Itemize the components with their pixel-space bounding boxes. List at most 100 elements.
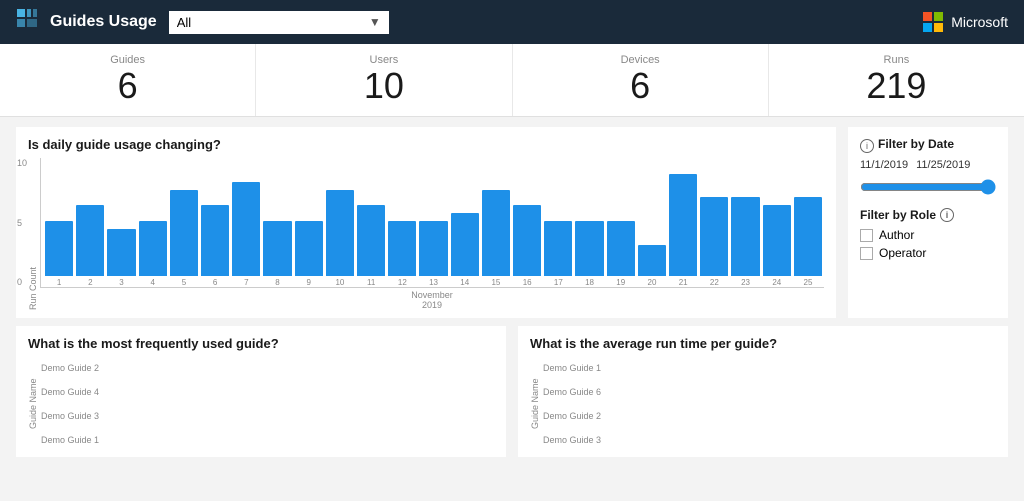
bar-day-13 [419, 221, 447, 276]
bar-day-1 [45, 221, 73, 276]
bar-label-11: 11 [367, 278, 375, 287]
bar-day-5 [170, 190, 198, 276]
frequent-y-labels: Demo Guide 2Demo Guide 4Demo Guide 3Demo… [41, 359, 99, 449]
bar-day-7 [232, 182, 260, 276]
bar-col-23: 23 [731, 197, 759, 287]
bar-day-17 [544, 221, 572, 276]
bar-day-18 [575, 221, 603, 276]
y-tick-5: 5 [17, 218, 27, 228]
bar-col-11: 11 [357, 205, 385, 287]
freq-label: Demo Guide 1 [41, 431, 99, 449]
bar-col-21: 21 [669, 174, 697, 287]
bar-col-5: 5 [170, 190, 198, 287]
bar-day-15 [482, 190, 510, 276]
avg-axis-label: Guide Name [530, 359, 540, 449]
avg-label: Demo Guide 6 [543, 383, 601, 401]
filter-dropdown[interactable]: All [169, 11, 389, 34]
bar-col-10: 10 [326, 190, 354, 287]
frequent-chart-panel: What is the most frequently used guide? … [16, 326, 506, 457]
bar-col-18: 18 [575, 221, 603, 287]
stat-runs: Runs 219 [769, 44, 1024, 116]
bar-col-17: 17 [544, 221, 572, 287]
app-icon [16, 8, 38, 36]
frequent-chart-wrapper: Guide Name Demo Guide 2Demo Guide 4Demo … [28, 359, 494, 449]
bar-label-10: 10 [335, 278, 344, 287]
filter-panel: i Filter by Date 11/1/2019 11/25/2019 Fi… [848, 127, 1008, 318]
operator-checkbox-row[interactable]: Operator [860, 246, 996, 260]
bar-day-25 [794, 197, 822, 276]
header-left: Guides Usage All ▼ [16, 8, 389, 36]
bar-label-18: 18 [585, 278, 594, 287]
bar-label-15: 15 [491, 278, 500, 287]
bar-col-24: 24 [763, 205, 791, 287]
author-label: Author [879, 228, 914, 242]
app-header: Guides Usage All ▼ Microsoft [0, 0, 1024, 44]
bar-day-2 [76, 205, 104, 276]
filter-date-title: Filter by Date [878, 137, 954, 151]
bar-col-1: 1 [45, 221, 73, 287]
frequent-chart-title: What is the most frequently used guide? [28, 336, 494, 351]
bar-day-6 [201, 205, 229, 276]
chart-area: Is daily guide usage changing? Run Count… [16, 127, 1008, 318]
bar-col-4: 4 [139, 221, 167, 287]
bar-label-1: 1 [57, 278, 61, 287]
main-content: Is daily guide usage changing? Run Count… [0, 117, 1024, 463]
bar-day-24 [763, 205, 791, 276]
bar-day-23 [731, 197, 759, 276]
daily-chart-panel: Is daily guide usage changing? Run Count… [16, 127, 836, 318]
ms-logo-icon [923, 12, 943, 32]
bar-label-3: 3 [119, 278, 123, 287]
operator-checkbox[interactable] [860, 247, 873, 260]
filter-date-info-icon[interactable]: i [860, 139, 874, 153]
filter-dropdown-wrapper[interactable]: All ▼ [169, 11, 389, 34]
brand-label: Microsoft [951, 14, 1008, 30]
filter-role-info-icon[interactable]: i [940, 208, 954, 222]
avg-chart-title: What is the average run time per guide? [530, 336, 996, 351]
ms-brand: Microsoft [923, 12, 1008, 32]
bar-col-9: 9 [295, 221, 323, 287]
avg-chart-wrapper: Guide Name Demo Guide 1Demo Guide 6Demo … [530, 359, 996, 449]
date-start: 11/1/2019 [860, 159, 908, 171]
bar-label-24: 24 [772, 278, 781, 287]
date-slider-container[interactable] [860, 179, 996, 198]
bar-col-2: 2 [76, 205, 104, 287]
bar-col-22: 22 [700, 197, 728, 287]
bar-col-19: 19 [607, 221, 635, 287]
author-checkbox[interactable] [860, 229, 873, 242]
stat-devices: Devices 6 [513, 44, 769, 116]
stats-row: Guides 6 Users 10 Devices 6 Runs 219 [0, 44, 1024, 117]
y-axis-title: Run Count [28, 158, 38, 310]
bar-col-13: 13 [419, 221, 447, 287]
bar-day-12 [388, 221, 416, 276]
bar-label-9: 9 [307, 278, 311, 287]
bar-label-8: 8 [275, 278, 279, 287]
bar-day-8 [263, 221, 291, 276]
date-slider[interactable] [860, 179, 996, 195]
bar-day-9 [295, 221, 323, 276]
bar-label-6: 6 [213, 278, 217, 287]
avg-y-labels: Demo Guide 1Demo Guide 6Demo Guide 2Demo… [543, 359, 601, 449]
bar-day-16 [513, 205, 541, 276]
author-checkbox-row[interactable]: Author [860, 228, 996, 242]
y-tick-10: 10 [17, 158, 27, 168]
bar-label-2: 2 [88, 278, 92, 287]
y-axis-labels: 0 5 10 [17, 158, 27, 287]
bar-col-12: 12 [388, 221, 416, 287]
freq-label: Demo Guide 3 [41, 407, 99, 425]
avg-chart-panel: What is the average run time per guide? … [518, 326, 1008, 457]
avg-label: Demo Guide 2 [543, 407, 601, 425]
bottom-row: What is the most frequently used guide? … [16, 326, 1008, 457]
bar-day-20 [638, 245, 666, 276]
daily-chart-title: Is daily guide usage changing? [28, 137, 824, 152]
avg-label: Demo Guide 3 [543, 431, 601, 449]
app-title: Guides Usage [50, 13, 157, 31]
bar-label-19: 19 [616, 278, 625, 287]
bar-label-7: 7 [244, 278, 248, 287]
bar-day-22 [700, 197, 728, 276]
bar-day-19 [607, 221, 635, 276]
bar-label-13: 13 [429, 278, 438, 287]
stat-devices-value: 6 [513, 68, 768, 104]
x-axis-title: November2019 [40, 290, 824, 310]
bar-col-3: 3 [107, 229, 135, 287]
bar-day-10 [326, 190, 354, 276]
